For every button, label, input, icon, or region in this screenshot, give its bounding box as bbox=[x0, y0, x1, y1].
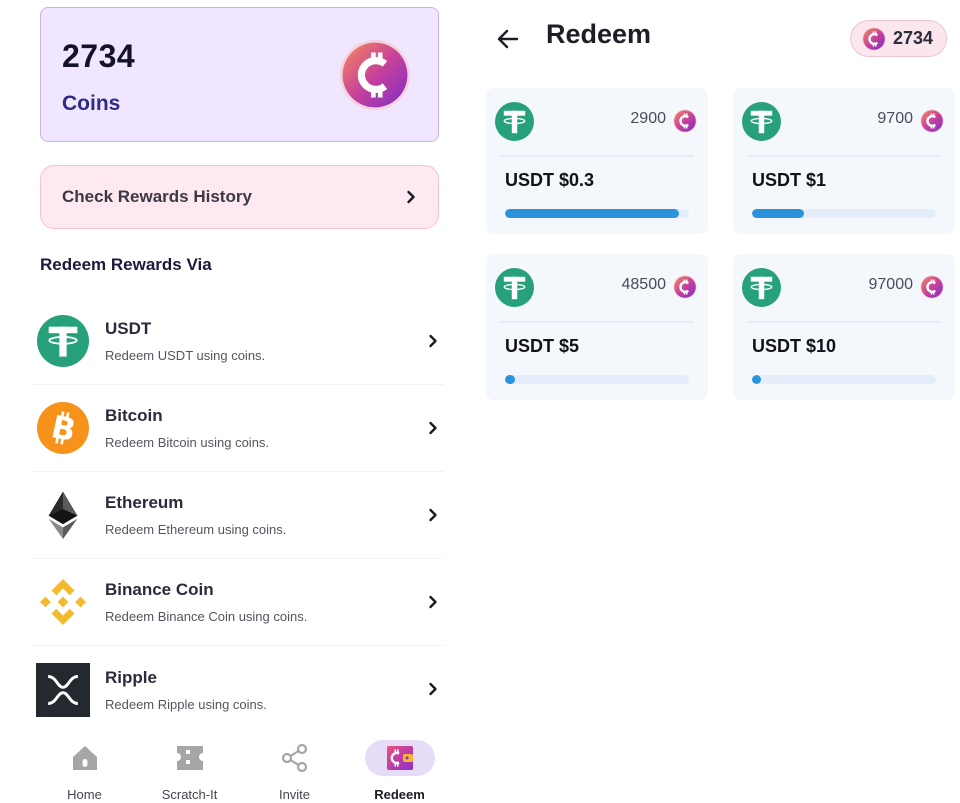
nav-scratch-it[interactable]: Scratch-It bbox=[137, 736, 242, 803]
divider bbox=[747, 321, 941, 323]
reward-cost: 2900 bbox=[630, 110, 666, 127]
binance-icon bbox=[35, 575, 90, 630]
redeem-usdt-screen: Redeem 2734 2900 USDT $0.3 9700 USDT $1 … bbox=[470, 0, 960, 803]
reward-card[interactable]: 9700 USDT $1 bbox=[733, 88, 955, 234]
tether-icon bbox=[742, 102, 781, 141]
method-name: USDT bbox=[105, 319, 152, 338]
nav-label: Scratch-It bbox=[161, 787, 218, 802]
method-description: Redeem Ripple using coins. bbox=[105, 696, 267, 712]
coin-balance-label: Coins bbox=[62, 92, 121, 115]
check-rewards-history-label: Check Rewards History bbox=[62, 187, 252, 206]
tether-icon bbox=[495, 102, 534, 141]
method-description: Redeem Ethereum using coins. bbox=[105, 522, 287, 537]
reward-card[interactable]: 48500 USDT $5 bbox=[486, 254, 708, 400]
reward-title: USDT $5 bbox=[505, 336, 580, 356]
chevron-right-icon bbox=[426, 595, 440, 609]
coin-balance-amount: 2734 bbox=[62, 38, 136, 74]
nav-home[interactable]: Home bbox=[32, 736, 137, 803]
nav-label: Home bbox=[67, 787, 102, 802]
nav-label: Redeem bbox=[374, 787, 425, 802]
method-name: Ripple bbox=[105, 667, 157, 687]
method-description: Redeem Binance Coin using coins. bbox=[105, 609, 308, 624]
progress-fill bbox=[505, 375, 516, 384]
coin-icon bbox=[673, 275, 697, 299]
home-icon bbox=[72, 746, 97, 770]
ethereum-icon bbox=[35, 488, 90, 543]
nav-label: Invite bbox=[278, 787, 311, 802]
section-title: Redeem Rewards Via bbox=[40, 255, 212, 274]
wallet-icon bbox=[386, 746, 413, 770]
tether-icon bbox=[35, 314, 90, 369]
reward-title: USDT $0.3 bbox=[505, 170, 595, 190]
progress-bar bbox=[752, 209, 936, 218]
reward-card[interactable]: 97000 USDT $10 bbox=[733, 254, 955, 400]
divider bbox=[500, 155, 694, 157]
divider bbox=[747, 155, 941, 157]
coin-icon bbox=[673, 109, 697, 133]
method-ripple[interactable]: Ripple Redeem Ripple using coins. bbox=[32, 646, 444, 733]
method-usdt[interactable]: USDT Redeem USDT using coins. bbox=[32, 298, 444, 385]
tether-icon bbox=[495, 268, 534, 307]
method-bitcoin[interactable]: B Bitcoin Redeem Bitcoin using coins. bbox=[32, 385, 444, 472]
chevron-right-icon bbox=[426, 682, 440, 696]
reward-cost: 48500 bbox=[621, 276, 667, 293]
check-rewards-history-button[interactable]: Check Rewards History bbox=[40, 165, 439, 229]
bottom-navigation: Home Scratch-It Invite Redeem bbox=[32, 736, 452, 803]
redeem-home-screen: 2734 Coins Check Rewards History Redeem … bbox=[0, 0, 470, 803]
nav-redeem[interactable]: Redeem bbox=[347, 736, 452, 803]
coin-balance-card: 2734 Coins bbox=[40, 7, 439, 142]
coin-icon bbox=[862, 27, 886, 51]
reward-title: USDT $10 bbox=[752, 336, 837, 356]
share-icon bbox=[281, 743, 307, 773]
redeem-methods-list: USDT Redeem USDT using coins. B Bitcoin … bbox=[32, 298, 444, 733]
chevron-right-icon bbox=[426, 334, 440, 348]
tether-icon bbox=[742, 268, 781, 307]
nav-invite[interactable]: Invite bbox=[242, 736, 347, 803]
progress-fill bbox=[505, 209, 679, 218]
ripple-icon bbox=[35, 662, 90, 717]
method-description: Redeem USDT using coins. bbox=[105, 348, 266, 363]
method-name: Binance Coin bbox=[105, 580, 214, 599]
coin-balance-amount: 2734 bbox=[893, 28, 934, 48]
bitcoin-icon: B bbox=[35, 401, 90, 456]
reward-cost: 9700 bbox=[877, 110, 913, 127]
method-ethereum[interactable]: Ethereum Redeem Ethereum using coins. bbox=[32, 472, 444, 559]
reward-cost: 97000 bbox=[868, 276, 914, 293]
method-name: Bitcoin bbox=[105, 406, 163, 425]
coin-icon bbox=[920, 109, 944, 133]
coin-icon bbox=[920, 275, 944, 299]
page-title: Redeem bbox=[546, 19, 652, 49]
chevron-right-icon bbox=[404, 190, 418, 204]
progress-bar bbox=[505, 209, 689, 218]
coin-icon bbox=[339, 39, 411, 111]
progress-bar bbox=[752, 375, 936, 384]
divider bbox=[500, 321, 694, 323]
chevron-right-icon bbox=[426, 508, 440, 522]
progress-fill bbox=[752, 375, 761, 384]
coin-balance-badge: 2734 bbox=[850, 20, 947, 57]
progress-fill bbox=[752, 209, 804, 218]
method-binance-coin[interactable]: Binance Coin Redeem Binance Coin using c… bbox=[32, 559, 444, 646]
chevron-right-icon bbox=[426, 421, 440, 435]
reward-title: USDT $1 bbox=[752, 170, 827, 190]
arrow-left-icon[interactable] bbox=[495, 26, 521, 52]
reward-card[interactable]: 2900 USDT $0.3 bbox=[486, 88, 708, 234]
ticket-icon bbox=[176, 746, 203, 770]
progress-bar bbox=[505, 375, 689, 384]
method-description: Redeem Bitcoin using coins. bbox=[105, 435, 270, 450]
method-name: Ethereum bbox=[105, 493, 184, 512]
